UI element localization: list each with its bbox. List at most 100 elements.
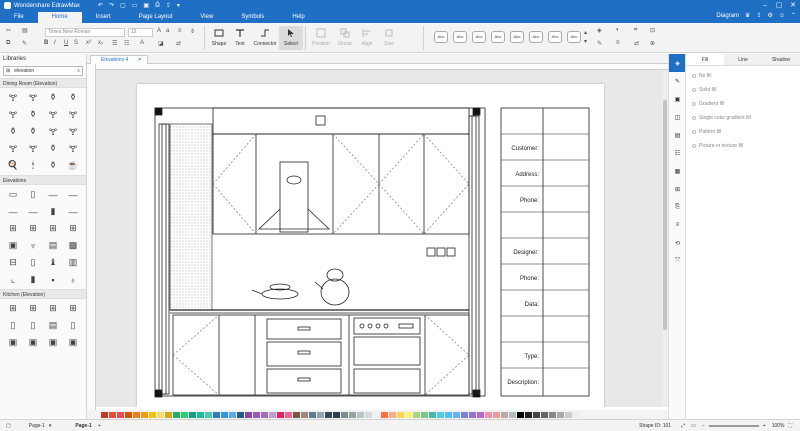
style-preset-3[interactable]: Abc [472,31,486,43]
style-preset-5[interactable]: Abc [510,31,524,43]
align-button[interactable]: Align [355,26,379,50]
subscript-icon[interactable]: x₂ [98,40,103,46]
close-icon[interactable]: ✕ [786,0,800,11]
color-swatch[interactable] [109,411,116,418]
library-search-input[interactable]: elevation [14,68,77,74]
candle-icon[interactable]: 🕯 [24,159,42,172]
line-style-icon[interactable]: ≡ [616,40,620,46]
cabinet-icon[interactable]: ▤ [44,239,62,252]
style-up-icon[interactable]: ▴ [584,29,587,36]
color-swatch[interactable] [149,411,156,418]
appliance-icon[interactable]: ▣ [64,336,82,349]
fill-option[interactable]: No fill [686,69,800,83]
color-swatch[interactable] [573,411,580,418]
fill-option[interactable]: Pattern fill [686,125,800,139]
user-icon[interactable]: ☺ [779,13,785,19]
color-swatch[interactable] [269,411,276,418]
tab-help[interactable]: Help [278,12,318,23]
text-button[interactable]: Text [228,26,252,50]
color-swatch[interactable] [285,411,292,418]
drawing-page[interactable]: Customer: Address: Phone: Designer: Phone: Da… [137,84,604,407]
color-swatch[interactable] [213,411,220,418]
tab-page-layout[interactable]: Page Layout [125,12,187,23]
color-swatch[interactable] [349,411,356,418]
tab-close-icon[interactable]: ✕ [138,57,142,63]
bottle-icon[interactable]: ⚱ [24,125,42,138]
fill-bucket-icon[interactable]: ◈ [597,27,602,34]
color-swatch[interactable] [125,411,132,418]
window-icon[interactable]: ⊞ [24,222,42,235]
font-size-select[interactable]: 12 [128,28,153,37]
color-swatch[interactable] [445,411,452,418]
bottle-icon[interactable]: ⚱ [44,142,62,155]
wall-line-icon[interactable]: — [4,205,22,218]
color-swatch[interactable] [405,411,412,418]
style-preset-1[interactable]: Abc [434,31,448,43]
color-swatch[interactable] [301,411,308,418]
chevron-down-icon[interactable]: ▾ [49,423,52,429]
connector-button[interactable]: Connector [252,26,278,50]
style-preset-8[interactable]: Abc [567,31,581,43]
font-family-select[interactable]: Times New Roman [45,28,125,37]
color-swatch[interactable] [421,411,428,418]
color-swatch[interactable] [373,411,380,418]
panel-icon[interactable]: ▪ [44,273,62,286]
library-menu-icon[interactable]: ⊞ [6,68,10,74]
cabinet-icon[interactable]: ▯ [64,319,82,332]
numbering-icon[interactable]: ☷ [124,40,129,47]
bottle-icon[interactable]: ⚱ [24,108,42,121]
stairs-icon[interactable]: ▥ [64,256,82,269]
fill-option[interactable]: Picture or texture fill [686,139,800,153]
chart-panel-icon[interactable]: ▦ [669,162,686,180]
color-swatch[interactable] [205,411,212,418]
color-swatch[interactable] [141,411,148,418]
fill-option[interactable]: Solid fill [686,83,800,97]
color-swatch[interactable] [477,411,484,418]
tab-fill[interactable]: Fill [686,54,724,65]
fireplace-icon[interactable]: ▩ [64,239,82,252]
style-preset-6[interactable]: Abc [529,31,543,43]
font-color-icon[interactable]: A [140,40,144,46]
category-elevations[interactable]: Elevations [0,175,86,185]
style-preset-7[interactable]: Abc [548,31,562,43]
color-swatch[interactable] [157,411,164,418]
color-swatch[interactable] [365,411,372,418]
fit-icon[interactable]: ⤧ [669,252,686,270]
share-icon[interactable]: ⇪ [756,12,761,19]
color-swatch[interactable] [237,411,244,418]
document-tab[interactable]: Elevations 4 ✕ [90,55,148,64]
color-swatch[interactable] [245,411,252,418]
color-swatch[interactable] [509,411,516,418]
color-swatch[interactable] [381,411,388,418]
image-panel-icon[interactable]: ▣ [669,90,686,108]
fit-window-icon[interactable]: ⛶ [788,423,792,429]
style-panel-icon[interactable]: ✎ [669,72,686,90]
teapot-icon[interactable]: ☕ [64,159,82,172]
color-swatch[interactable] [325,411,332,418]
pan-icon[interactable]: 🍳 [4,159,22,172]
color-swatch[interactable] [221,411,228,418]
window-icon[interactable]: ⊞ [4,222,22,235]
color-swatch[interactable] [493,411,500,418]
lock-icon[interactable]: ⊡ [650,27,655,34]
kitchen-elevation-drawing[interactable]: Customer: Address: Phone: Designer: Phone: Da… [137,84,604,407]
color-swatch[interactable] [557,411,564,418]
select-button[interactable]: Select [279,26,303,50]
undo-icon[interactable]: ↶ [98,2,103,9]
diagram-menu[interactable]: Diagram [716,13,739,19]
category-dining-room[interactable]: Dining Room (Elevation) [0,78,86,88]
glass-icon[interactable]: 🝖 [64,125,82,138]
color-swatch[interactable] [453,411,460,418]
cabinet-icon[interactable]: ⊞ [44,302,62,315]
column-icon[interactable]: ▮ [44,205,62,218]
appliance-icon[interactable]: ▣ [44,336,62,349]
tab-symbols[interactable]: Symbols [227,12,278,23]
style-preset-4[interactable]: Abc [491,31,505,43]
bottle-icon[interactable]: ⚱ [44,91,62,104]
tab-view[interactable]: View [186,12,227,23]
color-swatch[interactable] [397,411,404,418]
zoom-slider[interactable] [708,424,759,427]
bottle-icon[interactable]: ⚱ [64,91,82,104]
tab-shadow[interactable]: Shadow [762,54,800,65]
color-swatch[interactable] [133,411,140,418]
